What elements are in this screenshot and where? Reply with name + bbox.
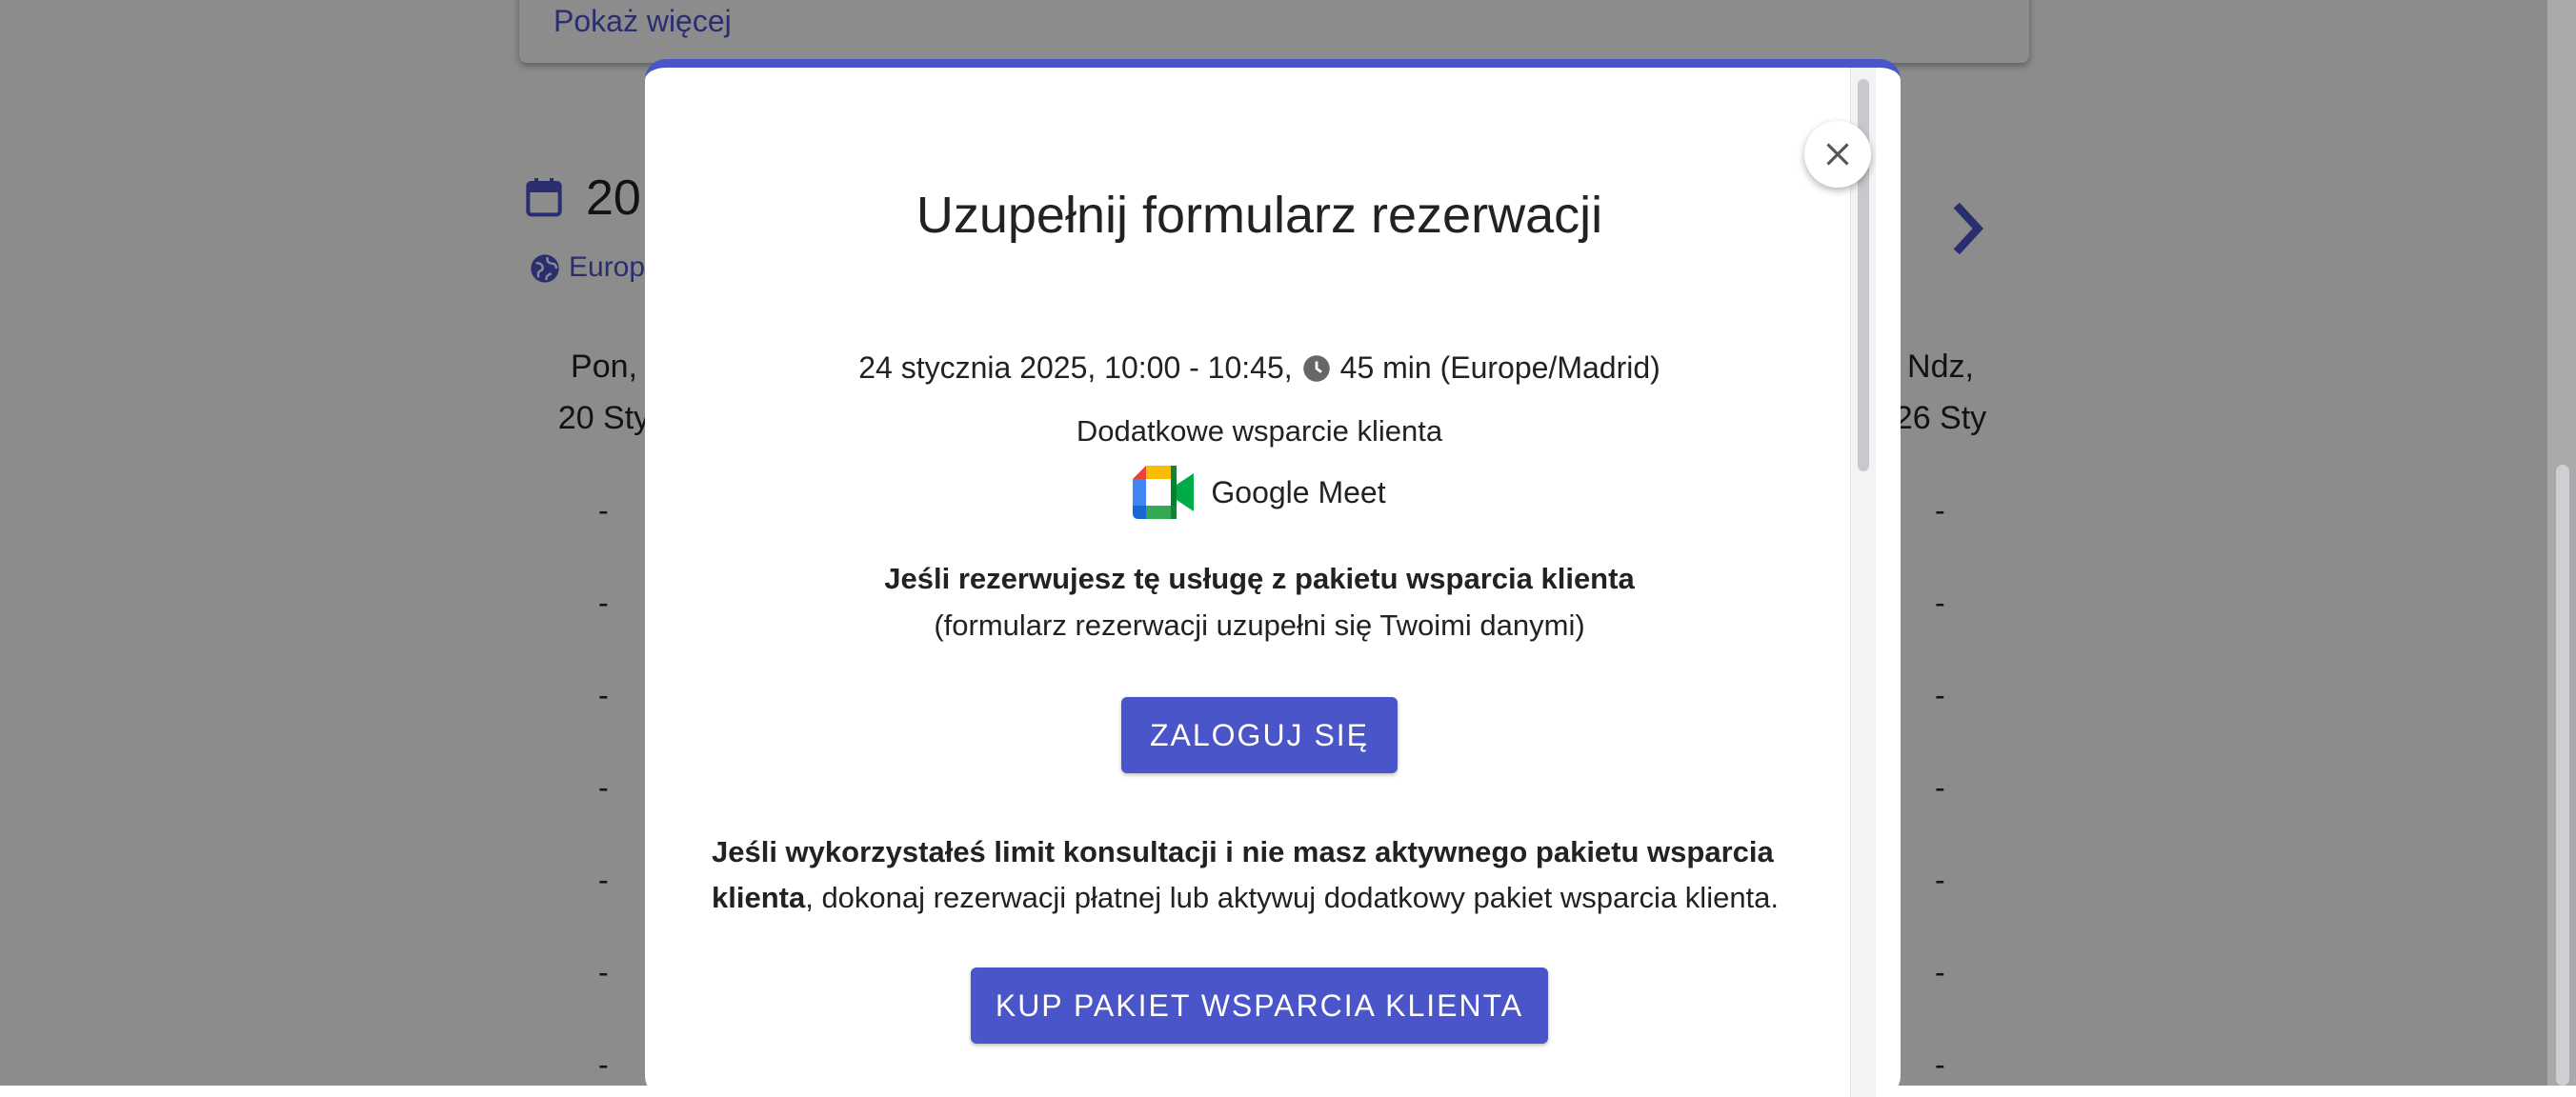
dialog-title: Uzupełnij formularz rezerwacji — [916, 187, 1603, 244]
dialog-scrollbar[interactable] — [1850, 68, 1876, 1097]
clock-icon — [1302, 354, 1330, 382]
booking-datetime: 24 stycznia 2025, 10:00 - 10:45, 45 min … — [645, 350, 1874, 386]
limit-note: Jeśli wykorzystałeś limit konsultacji i … — [712, 829, 1807, 921]
service-name: Dodatkowe wsparcie klienta — [1076, 414, 1443, 448]
google-meet-icon — [1133, 466, 1195, 519]
login-button[interactable]: ZALOGUJ SIĘ — [1121, 697, 1398, 773]
page-scrollbar-thumb[interactable] — [2556, 465, 2569, 1086]
close-icon — [1826, 143, 1849, 166]
meeting-platform: Google Meet — [645, 466, 1874, 519]
page-scrollbar[interactable] — [2547, 0, 2576, 1086]
booking-date-time: 24 stycznia 2025, 10:00 - 10:45, — [858, 350, 1293, 385]
booking-form-dialog: Uzupełnij formularz rezerwacji 24 styczn… — [645, 59, 1901, 1097]
package-note: (formularz rezerwacji uzupełni się Twoim… — [934, 608, 1585, 642]
booking-duration: 45 min (Europe/Madrid) — [1339, 350, 1660, 385]
limit-note-text: , dokonaj rezerwacji płatnej lub aktywuj… — [805, 881, 1780, 914]
platform-name: Google Meet — [1211, 474, 1386, 509]
package-note-heading: Jeśli rezerwujesz tę usługę z pakietu ws… — [884, 562, 1635, 595]
close-button[interactable] — [1804, 121, 1871, 188]
buy-support-package-button[interactable]: KUP PAKIET WSPARCIA KLIENTA — [971, 967, 1548, 1044]
